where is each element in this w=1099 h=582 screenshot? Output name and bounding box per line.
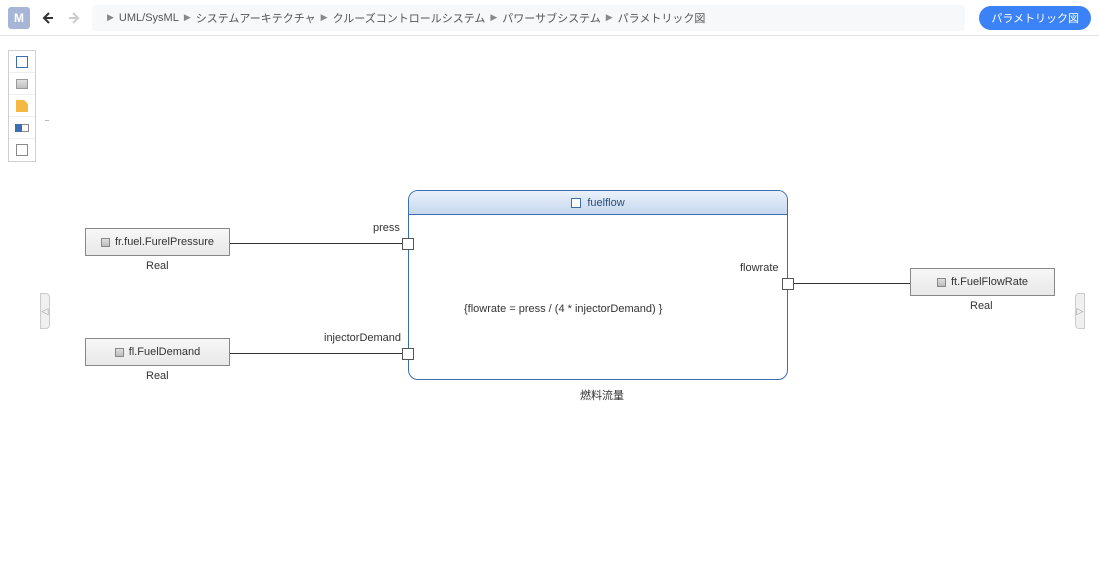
constraint-block-title: fuelflow (587, 197, 624, 209)
palette-note[interactable] (9, 95, 35, 117)
app-badge: M (8, 7, 30, 29)
topbar: M ▶ UML/SysML ▶ システムアーキテクチャ ▶ クルーズコントロール… (0, 0, 1099, 36)
constraint-block-header: fuelflow (409, 191, 787, 215)
breadcrumb-item[interactable]: パワーサブシステム (502, 10, 600, 26)
port-icon (15, 124, 29, 132)
breadcrumb-item[interactable]: パラメトリック図 (618, 10, 706, 26)
palette-constraint[interactable] (9, 51, 35, 73)
arrow-right-icon (68, 11, 82, 25)
value-fuel-pressure-label: fr.fuel.FurelPressure (115, 236, 214, 248)
chevron-right-icon: ▶ (184, 12, 191, 23)
block-icon (571, 198, 581, 208)
forward-button (64, 7, 86, 29)
port-flowrate[interactable] (782, 278, 794, 290)
value-fuel-pressure-type: Real (146, 260, 169, 272)
palette-port[interactable] (9, 117, 35, 139)
chevron-right-icon: ▶ (490, 12, 497, 23)
value-fuel-flowrate-type: Real (970, 300, 993, 312)
connector-flowrate[interactable] (794, 283, 910, 284)
port-press-label: press (373, 222, 400, 234)
constraint-block-body: {flowrate = press / (4 * injectorDemand)… (409, 215, 787, 379)
value-fuel-demand[interactable]: fl.FuelDemand (85, 338, 230, 366)
palette-rect[interactable] (9, 139, 35, 161)
port-press[interactable] (402, 238, 414, 250)
chevron-right-icon: ▶ (606, 12, 613, 23)
value-fuel-flowrate-label: ft.FuelFlowRate (951, 276, 1028, 288)
connector-press[interactable] (230, 243, 402, 244)
palette-value[interactable] (9, 73, 35, 95)
breadcrumb-item[interactable]: クルーズコントロールシステム (333, 10, 486, 26)
constraint-block-fuelflow[interactable]: fuelflow {flowrate = press / (4 * inject… (408, 190, 788, 380)
value-fuel-demand-type: Real (146, 370, 169, 382)
connector-injectordemand[interactable] (230, 353, 402, 354)
constraint-subtitle: 燃料流量 (580, 387, 624, 403)
value-fuel-demand-label: fl.FuelDemand (129, 346, 201, 358)
panel-collapse-right[interactable]: ▷ (1075, 293, 1085, 329)
tool-palette (8, 50, 36, 162)
value-fuel-flowrate[interactable]: ft.FuelFlowRate (910, 268, 1055, 296)
panel-collapse-left[interactable]: ◁ (40, 293, 50, 329)
breadcrumb-item[interactable]: UML/SysML (119, 12, 179, 24)
chevron-right-icon: ▶ (321, 12, 328, 23)
diagram-canvas[interactable]: fuelflow {flowrate = press / (4 * inject… (40, 40, 1085, 582)
value-icon (101, 238, 110, 247)
value-icon (937, 278, 946, 287)
value-icon (16, 79, 28, 89)
value-icon (115, 348, 124, 357)
ruler-tick (45, 120, 49, 121)
breadcrumb[interactable]: ▶ UML/SysML ▶ システムアーキテクチャ ▶ クルーズコントロールシス… (92, 5, 965, 31)
arrow-left-icon (40, 11, 54, 25)
rect-icon (16, 144, 28, 156)
diagram-type-tag[interactable]: パラメトリック図 (979, 6, 1091, 30)
value-fuel-pressure[interactable]: fr.fuel.FurelPressure (85, 228, 230, 256)
constraint-icon (16, 56, 28, 68)
back-button[interactable] (36, 7, 58, 29)
constraint-formula: {flowrate = press / (4 * injectorDemand)… (464, 303, 662, 315)
chevron-right-icon: ▶ (107, 12, 114, 23)
port-flowrate-label: flowrate (740, 262, 779, 274)
port-injectordemand[interactable] (402, 348, 414, 360)
note-icon (16, 100, 28, 112)
breadcrumb-item[interactable]: システムアーキテクチャ (196, 10, 316, 26)
port-injectordemand-label: injectorDemand (324, 332, 401, 344)
